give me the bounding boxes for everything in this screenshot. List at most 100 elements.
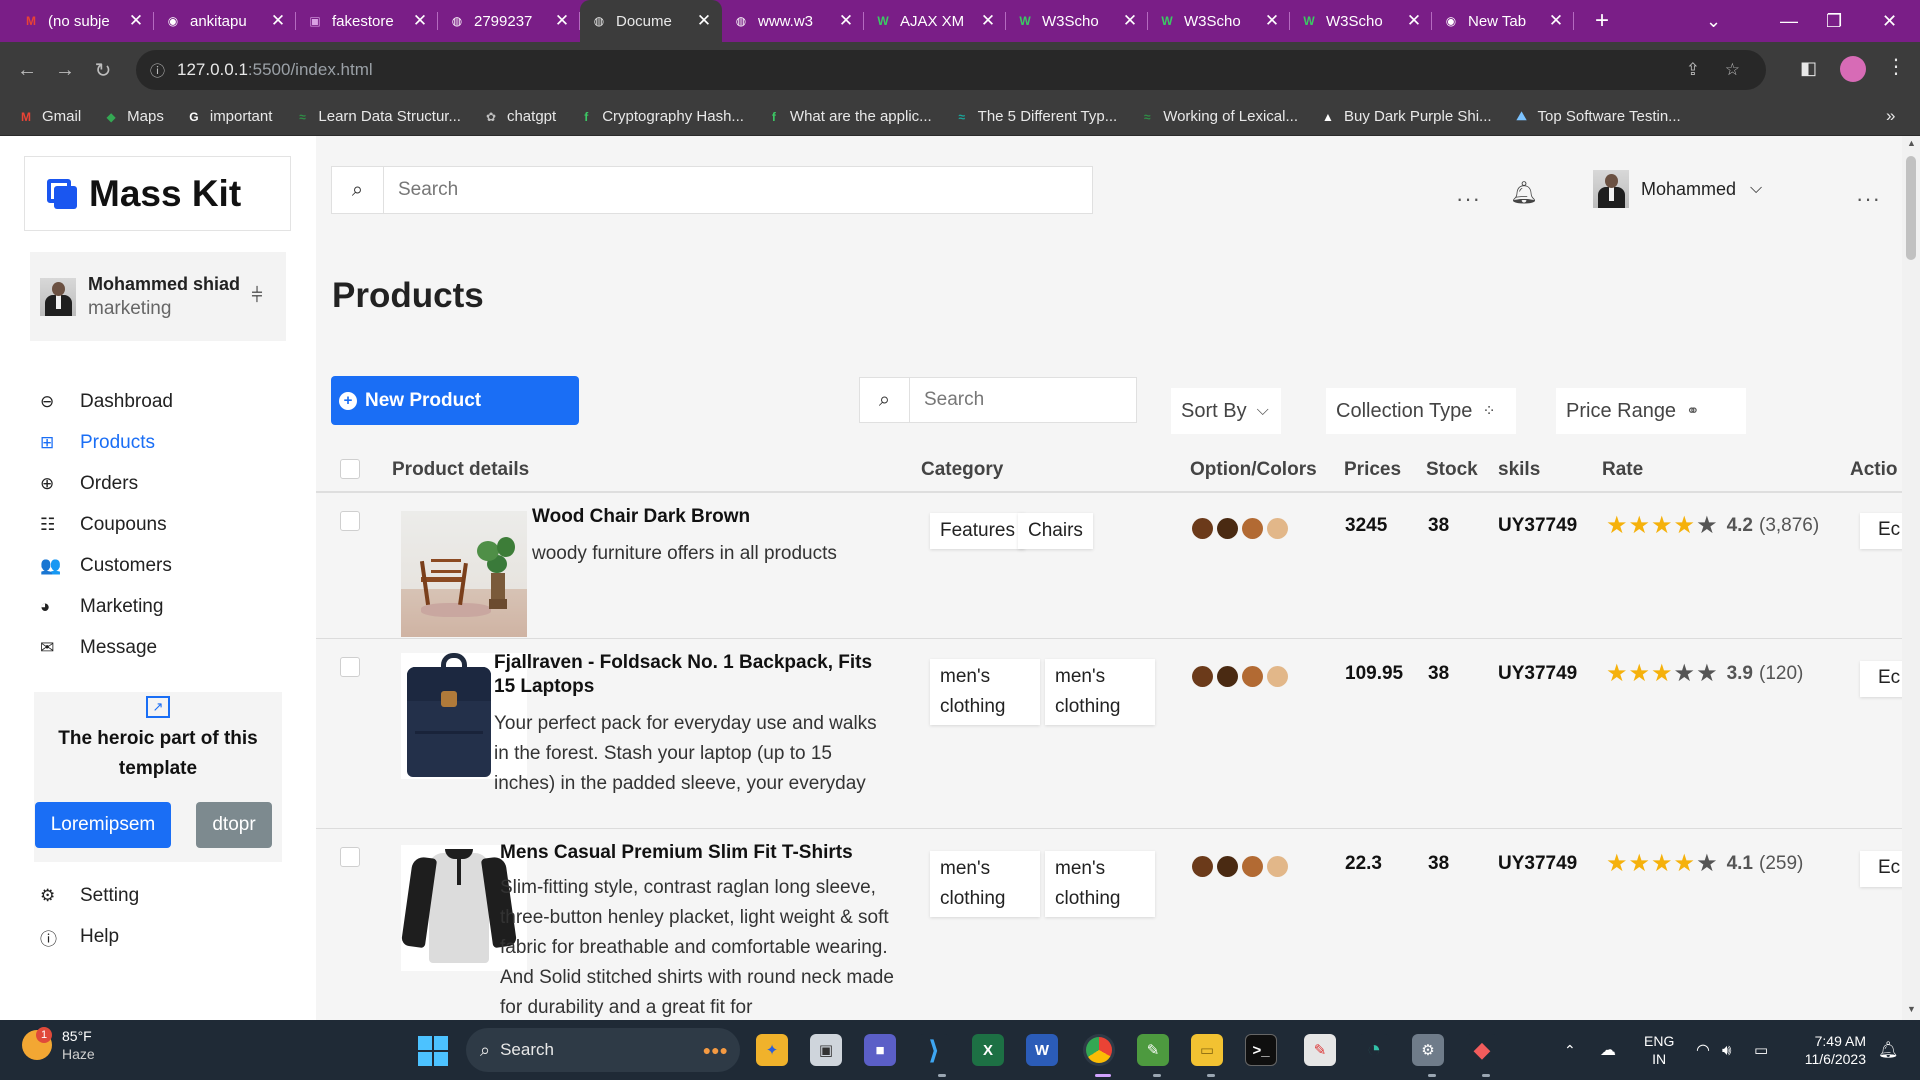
bell-icon[interactable]: 🔔︎: [1510, 180, 1538, 206]
profile-avatar-icon[interactable]: [1840, 56, 1866, 82]
bookmark-item[interactable]: ⛰ Top Software Testin...: [1514, 108, 1681, 125]
category-tag[interactable]: men's clothing: [1045, 659, 1155, 725]
browser-tab[interactable]: M (no subje ✕: [12, 0, 154, 42]
new-tab-button[interactable]: +: [1588, 7, 1616, 35]
image-editor-app-icon[interactable]: ✎: [1137, 1034, 1169, 1066]
close-tab-icon[interactable]: ✕: [412, 11, 428, 31]
more-bookmarks-icon[interactable]: »: [1886, 106, 1895, 126]
sliders-icon[interactable]: ⫩: [242, 285, 272, 308]
header-more-icon[interactable]: ···: [1456, 186, 1481, 212]
collection-type-filter[interactable]: Collection Type ⁘: [1326, 388, 1516, 434]
taskbar-search[interactable]: ⌕ Search ●●●: [466, 1028, 740, 1072]
copilot-app-icon[interactable]: ✦: [756, 1034, 788, 1066]
bookmark-item[interactable]: Gimportant: [186, 108, 272, 125]
reload-icon[interactable]: ↻: [84, 58, 122, 83]
scrollbar-thumb[interactable]: [1906, 156, 1916, 260]
volume-icon[interactable]: 🔊︎: [1722, 1020, 1731, 1080]
site-info-icon[interactable]: ⓘ: [150, 60, 165, 81]
product-search[interactable]: ⌕ Search: [859, 377, 1137, 423]
minimize-button[interactable]: —: [1780, 0, 1798, 42]
select-all-checkbox[interactable]: [340, 459, 360, 479]
color-swatch[interactable]: [1217, 666, 1238, 687]
color-swatch[interactable]: [1242, 518, 1263, 539]
bookmark-item[interactable]: f Cryptography Hash...: [578, 108, 744, 125]
close-tab-icon[interactable]: ✕: [980, 11, 996, 31]
page-scrollbar[interactable]: ▲ ▼: [1902, 136, 1920, 1020]
color-swatch[interactable]: [1242, 666, 1263, 687]
weather-widget[interactable]: 1 85°F Haze: [22, 1027, 95, 1062]
close-tab-icon[interactable]: ✕: [696, 11, 712, 31]
word-app-icon[interactable]: W: [1026, 1034, 1058, 1066]
sidebar-item-orders[interactable]: ⊕ Orders: [40, 464, 300, 504]
close-tab-icon[interactable]: ✕: [128, 11, 144, 31]
product-title[interactable]: Mens Casual Premium Slim Fit T-Shirts: [500, 841, 900, 865]
battery-icon[interactable]: ▭: [1754, 1020, 1768, 1080]
bookmark-item[interactable]: ✿ chatgpt: [483, 108, 556, 125]
sidebar-item-setting[interactable]: ⚙ Setting: [40, 876, 300, 916]
bookmark-item[interactable]: ≈ Working of Lexical...: [1139, 108, 1298, 125]
task-view-icon[interactable]: ▣: [810, 1034, 842, 1066]
global-search-input[interactable]: Search: [384, 179, 1092, 201]
promo-secondary-button[interactable]: dtopr: [196, 802, 272, 848]
url-field[interactable]: ⓘ 127.0.0.1:5500/index.html ⇪ ☆: [136, 50, 1766, 90]
show-hidden-icons[interactable]: ⌃: [1564, 1020, 1576, 1080]
row-checkbox[interactable]: [340, 847, 360, 867]
category-tag[interactable]: men's clothing: [930, 659, 1040, 725]
close-tab-icon[interactable]: ✕: [554, 11, 570, 31]
user-menu[interactable]: Mohammed ⌵: [1593, 170, 1762, 208]
global-search[interactable]: ⌕ Search: [331, 166, 1093, 214]
sidebar-item-help[interactable]: ⓘ Help: [40, 917, 300, 957]
scroll-up-icon[interactable]: ▲: [1907, 138, 1916, 148]
browser-tab[interactable]: ◍ 2799237 ✕: [438, 0, 580, 42]
settings-app-icon[interactable]: ⚙: [1412, 1034, 1444, 1066]
color-swatch[interactable]: [1242, 856, 1263, 877]
language-indicator[interactable]: ENG IN: [1644, 1020, 1674, 1080]
bookmark-item[interactable]: ▲ Buy Dark Purple Shi...: [1320, 108, 1492, 125]
side-panel-icon[interactable]: ◧: [1800, 58, 1817, 79]
browser-tab[interactable]: W W3Scho ✕: [1148, 0, 1290, 42]
browser-menu-icon[interactable]: ⋮: [1886, 54, 1906, 79]
product-title[interactable]: Wood Chair Dark Brown: [532, 505, 872, 529]
notifications-bell-icon[interactable]: 🔔︎: [1878, 1020, 1898, 1080]
edge-app-icon[interactable]: ◔: [1358, 1034, 1390, 1066]
browser-tab[interactable]: W AJAX XM ✕: [864, 0, 1006, 42]
color-swatch[interactable]: [1192, 856, 1213, 877]
category-tag[interactable]: men's clothing: [1045, 851, 1155, 917]
new-product-button[interactable]: + New Product: [331, 376, 579, 425]
scroll-down-icon[interactable]: ▼: [1907, 1004, 1916, 1014]
sidebar-item-coupouns[interactable]: ☷ Coupouns: [40, 505, 300, 545]
sidebar-item-customers[interactable]: 👥 Customers: [40, 546, 300, 586]
bookmark-item[interactable]: ◆ Maps: [103, 108, 164, 125]
color-swatch[interactable]: [1192, 518, 1213, 539]
edit-button[interactable]: Ec: [1860, 513, 1902, 549]
row-checkbox[interactable]: [340, 511, 360, 531]
sidebar-item-dashbroad[interactable]: ⊖ Dashbroad: [40, 382, 300, 422]
close-tab-icon[interactable]: ✕: [1122, 11, 1138, 31]
edit-button[interactable]: Ec: [1860, 661, 1902, 697]
color-swatch[interactable]: [1267, 666, 1288, 687]
pdf-reader-icon[interactable]: ✎: [1304, 1034, 1336, 1066]
close-tab-icon[interactable]: ✕: [838, 11, 854, 31]
brand-logo[interactable]: Mass Kit: [24, 156, 291, 231]
color-swatch[interactable]: [1267, 518, 1288, 539]
color-swatch[interactable]: [1267, 856, 1288, 877]
edit-button[interactable]: Ec: [1860, 851, 1902, 887]
close-window-button[interactable]: ✕: [1882, 0, 1897, 42]
git-app-icon[interactable]: ◆: [1466, 1034, 1498, 1066]
bookmark-item[interactable]: ≈ The 5 Different Typ...: [954, 108, 1117, 125]
browser-tab[interactable]: ◉ ankitapu ✕: [154, 0, 296, 42]
browser-tab[interactable]: ◍ Docume ✕: [580, 0, 722, 42]
more-options-icon[interactable]: ···: [1856, 186, 1881, 212]
sidebar-item-marketing[interactable]: ◕ Marketing: [40, 587, 300, 627]
tab-search-icon[interactable]: ⌄: [1706, 0, 1721, 42]
wifi-icon[interactable]: ◠: [1696, 1020, 1710, 1080]
browser-tab[interactable]: W W3Scho ✕: [1006, 0, 1148, 42]
onedrive-icon[interactable]: ☁: [1600, 1020, 1616, 1080]
color-swatch[interactable]: [1192, 666, 1213, 687]
restore-button[interactable]: ❐: [1826, 0, 1842, 42]
windows-start-icon[interactable]: [418, 1036, 448, 1066]
forward-icon[interactable]: →: [46, 59, 84, 82]
sidebar-item-products[interactable]: ⊞ Products: [40, 423, 300, 463]
clock[interactable]: 7:49 AM 11/6/2023: [1792, 1020, 1866, 1080]
close-tab-icon[interactable]: ✕: [1406, 11, 1422, 31]
